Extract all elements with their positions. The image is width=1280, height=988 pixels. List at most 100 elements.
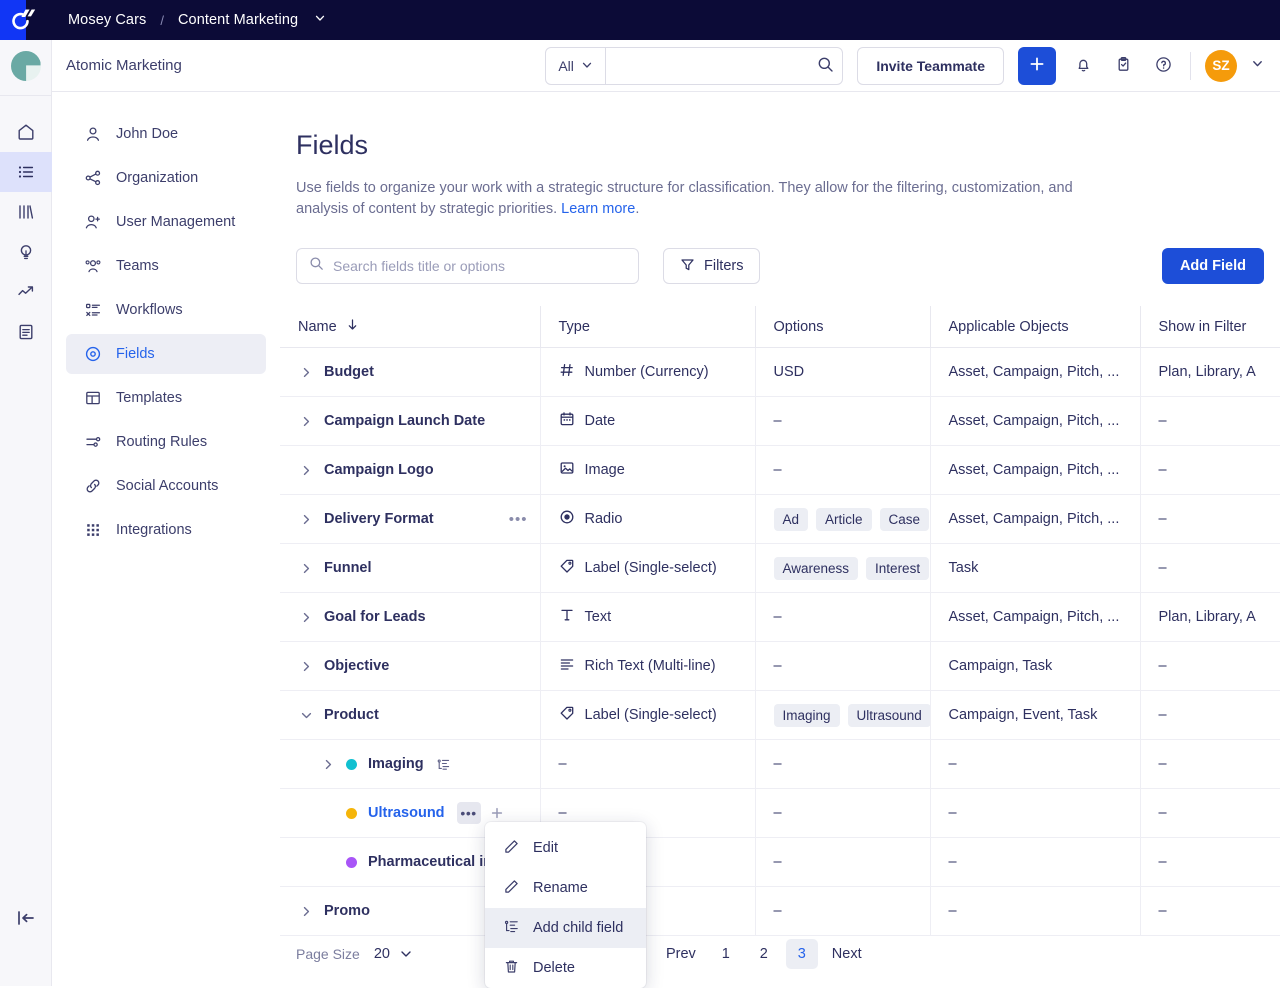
grid-dots-icon: [84, 521, 102, 539]
sidebar-item-user-management[interactable]: User Management: [66, 202, 266, 242]
sidebar-item-integrations[interactable]: Integrations: [66, 510, 266, 550]
cell-options: –: [755, 887, 930, 936]
cell-type: Date: [540, 397, 755, 446]
field-name: Funnel: [324, 560, 372, 576]
learn-more-link[interactable]: Learn more: [561, 201, 635, 217]
table-row[interactable]: Funnel Label (Single-select) Awareness I…: [280, 544, 1280, 593]
rail-item-home[interactable]: [0, 112, 52, 152]
chevron-right-icon[interactable]: [298, 660, 314, 673]
add-field-button[interactable]: Add Field: [1162, 248, 1264, 284]
breadcrumb-space[interactable]: Content Marketing: [178, 12, 298, 28]
tag-icon: [559, 705, 575, 725]
pagination-page-3[interactable]: 3: [786, 939, 818, 969]
invite-teammate-button[interactable]: Invite Teammate: [857, 47, 1004, 85]
column-header-applicable-objects[interactable]: Applicable Objects: [930, 306, 1140, 348]
table-row[interactable]: Delivery Format ••• Radio Ad Article Cas…: [280, 495, 1280, 544]
pencil-icon: [503, 878, 520, 899]
cell-applicable-objects: Task: [930, 544, 1140, 593]
chevron-right-icon[interactable]: [298, 513, 314, 526]
field-name: Campaign Launch Date: [324, 413, 485, 429]
pagination-page-2[interactable]: 2: [748, 939, 780, 969]
filters-button[interactable]: Filters: [663, 248, 760, 284]
table-row[interactable]: Campaign Launch Date Date – Asset, Campa…: [280, 397, 1280, 446]
avatar-caret-icon[interactable]: [1251, 57, 1264, 75]
table-row[interactable]: Ultrasound ••• – – – –: [280, 789, 1280, 838]
chevron-right-icon[interactable]: [298, 366, 314, 379]
search-submit-button[interactable]: [808, 48, 842, 84]
column-header-name[interactable]: Name: [280, 306, 540, 348]
table-row[interactable]: Campaign Logo Image – Asset, Campaign, P…: [280, 446, 1280, 495]
app-logo[interactable]: [0, 0, 52, 40]
chevron-right-icon[interactable]: [298, 415, 314, 428]
column-header-options[interactable]: Options: [755, 306, 930, 348]
pagination-prev-button[interactable]: Prev: [658, 939, 704, 969]
sidebar-item-john-doe[interactable]: John Doe: [66, 114, 266, 154]
pagination-page-1[interactable]: 1: [710, 939, 742, 969]
chevron-down-icon[interactable]: [314, 11, 326, 29]
create-new-button[interactable]: [1018, 47, 1056, 85]
sidebar-item-fields[interactable]: Fields: [66, 334, 266, 374]
pagination-next-button[interactable]: Next: [824, 939, 870, 969]
fields-table-wrapper: Name Type Options Applicable Objects Sho…: [280, 306, 1280, 936]
rail-item-reports[interactable]: [0, 312, 52, 352]
add-child-plus-icon[interactable]: [485, 802, 509, 824]
cell-name: Imaging: [280, 740, 540, 789]
cell-type: Image: [540, 446, 755, 495]
table-row[interactable]: Imaging – – – –: [280, 740, 1280, 789]
chevron-right-icon[interactable]: [320, 758, 336, 771]
collapse-sidebar-button[interactable]: [0, 898, 52, 938]
context-menu-item-add-child-field[interactable]: Add child field: [485, 908, 646, 948]
image-icon: [559, 460, 575, 480]
table-row[interactable]: Product Label (Single-select) Imaging Ul…: [280, 691, 1280, 740]
chevron-right-icon[interactable]: [298, 611, 314, 624]
sidebar-item-routing-rules[interactable]: Routing Rules: [66, 422, 266, 462]
page-description-text: Use fields to organize your work with a …: [296, 180, 1073, 217]
search-icon: [817, 56, 834, 76]
sidebar-item-workflows[interactable]: Workflows: [66, 290, 266, 330]
sidebar-item-organization[interactable]: Organization: [66, 158, 266, 198]
context-menu-item-rename[interactable]: Rename: [485, 868, 646, 908]
column-header-type[interactable]: Type: [540, 306, 755, 348]
context-menu-item-delete[interactable]: Delete: [485, 948, 646, 988]
chevron-right-icon[interactable]: [298, 562, 314, 575]
workspace-avatar[interactable]: [11, 51, 41, 81]
table-row[interactable]: Budget Number (Currency) USD Asset, Camp…: [280, 348, 1280, 397]
rail-item-columns[interactable]: [0, 192, 52, 232]
context-menu-item-edit[interactable]: Edit: [485, 828, 646, 868]
rail-item-list[interactable]: [0, 152, 52, 192]
field-type: Radio: [585, 511, 623, 527]
cell-show-in-filter: Plan, Library, A: [1140, 348, 1280, 397]
row-more-icon[interactable]: •••: [509, 512, 528, 527]
global-search: All: [545, 47, 843, 85]
table-row[interactable]: Goal for Leads Text – Asset, Campaign, P…: [280, 593, 1280, 642]
workflow-icon: [84, 301, 102, 319]
search-scope-label: All: [558, 58, 574, 74]
trash-icon: [503, 958, 520, 979]
global-search-input[interactable]: [606, 48, 808, 84]
row-hover-actions: •••: [457, 802, 509, 824]
row-more-icon[interactable]: •••: [457, 802, 481, 824]
sidebar-item-social-accounts[interactable]: Social Accounts: [66, 466, 266, 506]
rail-item-ideas[interactable]: [0, 232, 52, 272]
notifications-button[interactable]: [1070, 53, 1096, 79]
breadcrumb-workspace[interactable]: Mosey Cars: [68, 12, 146, 28]
chevron-down-icon[interactable]: [298, 709, 314, 722]
table-row[interactable]: Pharmaceutical in – – – –: [280, 838, 1280, 887]
chevron-right-icon[interactable]: [298, 905, 314, 918]
help-button[interactable]: [1150, 53, 1176, 79]
option-chip: Ultrasound: [848, 704, 930, 727]
search-input[interactable]: [333, 258, 626, 274]
page-size-chevron-down-icon[interactable]: [399, 947, 413, 961]
tasks-button[interactable]: [1110, 53, 1136, 79]
sidebar-item-templates[interactable]: Templates: [66, 378, 266, 418]
avatar[interactable]: SZ: [1205, 50, 1237, 82]
table-row[interactable]: Promo – – –: [280, 887, 1280, 936]
search-scope-select[interactable]: All: [546, 48, 606, 84]
table-row[interactable]: Objective Rich Text (Multi-line) – Campa…: [280, 642, 1280, 691]
rail-item-analytics[interactable]: [0, 272, 52, 312]
chevron-right-icon[interactable]: [298, 464, 314, 477]
sidebar-item-teams[interactable]: Teams: [66, 246, 266, 286]
cell-type: Text: [540, 593, 755, 642]
column-header-show-in-filter[interactable]: Show in Filter: [1140, 306, 1280, 348]
cell-name: Delivery Format •••: [280, 495, 540, 544]
